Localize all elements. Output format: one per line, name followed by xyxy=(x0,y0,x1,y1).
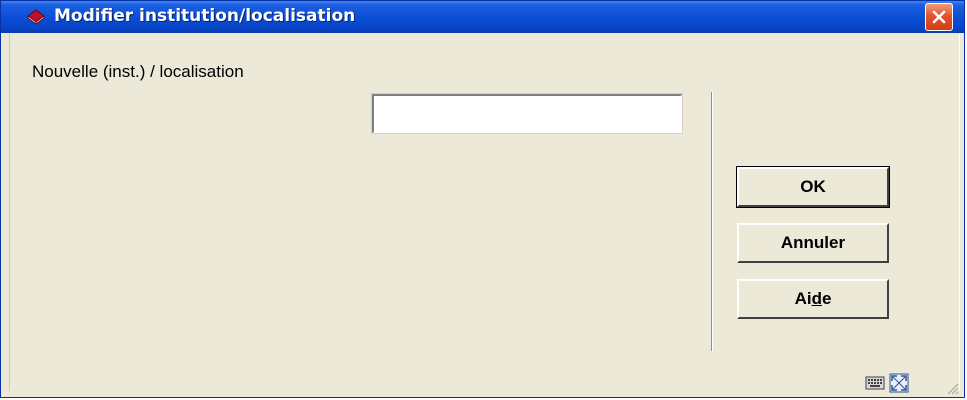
title-bar[interactable]: Modifier institution/localisation xyxy=(1,1,964,33)
help-label-part: Ai xyxy=(794,289,812,308)
dialog-content xyxy=(9,34,960,391)
cancel-button-label: Annuler xyxy=(780,233,846,252)
help-button-label: Aide xyxy=(795,289,832,309)
help-label-part: e xyxy=(821,289,832,308)
location-field-label: Nouvelle (inst.) / localisation xyxy=(32,62,244,81)
ok-button-label: OK xyxy=(800,177,826,196)
help-button[interactable]: Aide xyxy=(737,279,889,319)
help-label-mnemonic: d xyxy=(811,289,822,308)
location-input[interactable] xyxy=(371,93,683,134)
resize-grip-icon[interactable] xyxy=(945,381,959,395)
close-button[interactable] xyxy=(925,3,953,31)
vertical-separator xyxy=(711,92,713,351)
dialog-window: Modifier institution/localisation Nouvel… xyxy=(0,0,965,398)
ok-button[interactable]: OK xyxy=(736,166,890,208)
close-icon xyxy=(932,10,946,24)
cancel-button[interactable]: Annuler xyxy=(737,223,889,263)
fullscreen-icon[interactable] xyxy=(889,373,909,393)
keyboard-icon[interactable] xyxy=(865,373,885,393)
book-icon xyxy=(27,9,45,25)
window-title: Modifier institution/localisation xyxy=(54,6,356,26)
status-bar-icons xyxy=(865,372,909,394)
